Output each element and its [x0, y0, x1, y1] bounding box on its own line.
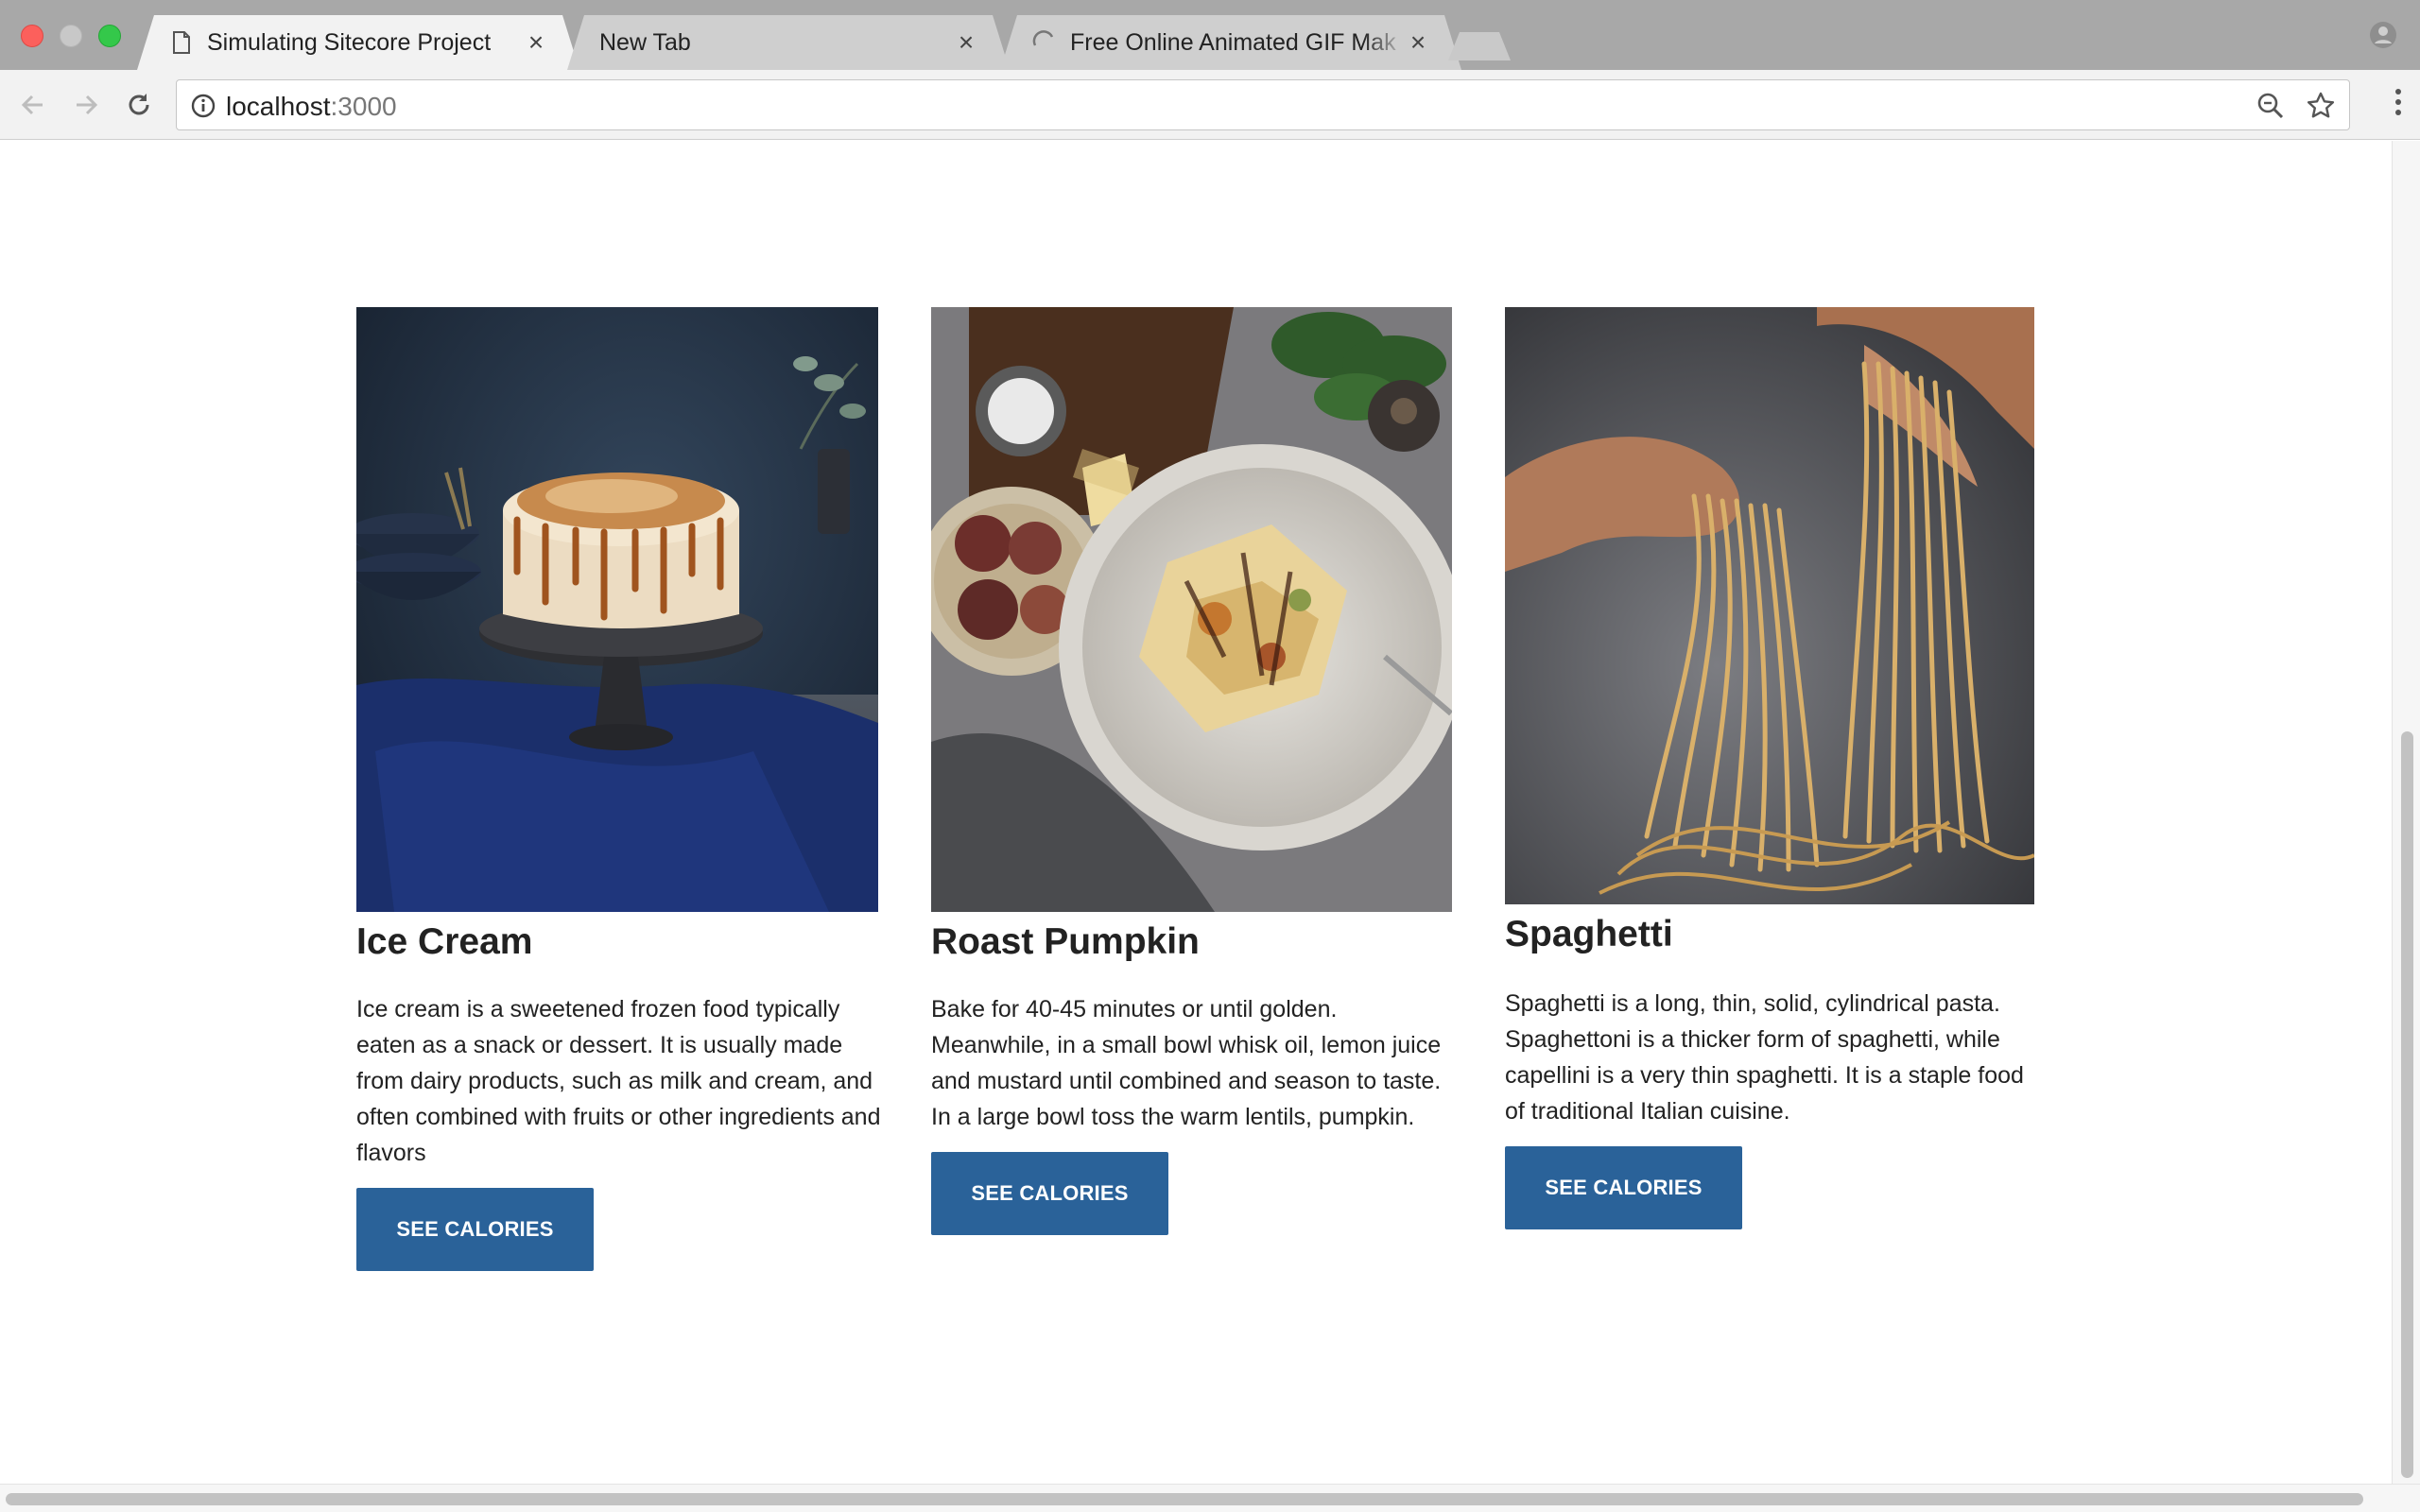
see-calories-button[interactable]: SEE CALORIES [1505, 1146, 1742, 1229]
bookmark-star-icon[interactable] [2306, 91, 2336, 126]
url-port: :3000 [330, 92, 397, 121]
reload-button[interactable] [121, 87, 157, 123]
address-bar[interactable]: localhost:3000 [176, 79, 2350, 130]
see-calories-button[interactable]: SEE CALORIES [356, 1188, 594, 1271]
card-title: Ice Cream [356, 921, 533, 962]
minimize-window-button[interactable] [60, 25, 82, 47]
url-text[interactable]: localhost:3000 [226, 92, 397, 122]
profile-icon[interactable] [2369, 21, 2397, 49]
maximize-window-button[interactable] [98, 25, 121, 47]
close-tab-icon[interactable]: × [1407, 29, 1429, 56]
close-window-button[interactable] [21, 25, 43, 47]
close-tab-icon[interactable]: × [525, 29, 547, 56]
card-title: Spaghetti [1505, 914, 1673, 954]
card-title: Roast Pumpkin [931, 921, 1200, 962]
arrow-right-icon [77, 94, 98, 115]
back-button[interactable] [15, 87, 51, 123]
browser-toolbar: localhost:3000 [0, 70, 2420, 140]
loading-spinner-icon [1032, 30, 1057, 55]
reload-icon [129, 94, 149, 115]
tab-simulating-sitecore[interactable]: Simulating Sitecore Project × [137, 15, 579, 70]
browser-tab-strip: Simulating Sitecore Project × New Tab × … [0, 0, 2420, 70]
card-description: Ice cream is a sweetened frozen food typ… [356, 996, 881, 1166]
tab-gif-maker[interactable]: Free Online Animated GIF Mak × [1000, 15, 1461, 70]
horizontal-scrollbar[interactable] [0, 1484, 2420, 1512]
fresh-pasta-photo [1505, 307, 2034, 904]
url-host: localhost [226, 92, 331, 121]
vertical-scrollbar-thumb[interactable] [2401, 731, 2413, 1478]
pasta-plate-photo [931, 307, 1452, 912]
tab-new-tab[interactable]: New Tab × [567, 15, 1010, 70]
cake-photo [356, 307, 878, 912]
zoom-icon[interactable] [2256, 92, 2285, 125]
tab-title-fade [1363, 15, 1407, 70]
kebab-menu-icon[interactable] [2395, 89, 2403, 120]
info-icon[interactable] [190, 93, 216, 124]
forward-button[interactable] [68, 87, 104, 123]
see-calories-button[interactable]: SEE CALORIES [931, 1152, 1168, 1235]
horizontal-scrollbar-thumb[interactable] [6, 1493, 2363, 1505]
tab-title: New Tab [599, 28, 691, 56]
card-description: Bake for 40-45 minutes or until golden. … [931, 996, 1442, 1130]
card-description: Spaghetti is a long, thin, solid, cylind… [1505, 990, 2024, 1125]
page-viewport: Ice Cream Ice cream is a sweetened froze… [0, 141, 2392, 1484]
vertical-scrollbar[interactable] [2392, 141, 2420, 1484]
arrow-left-icon [21, 94, 43, 115]
tab-title: Free Online Animated GIF Mak [1070, 28, 1396, 56]
close-tab-icon[interactable]: × [955, 29, 977, 56]
tab-title: Simulating Sitecore Project [207, 28, 492, 56]
new-tab-button[interactable] [1448, 32, 1511, 60]
document-icon [169, 30, 194, 55]
